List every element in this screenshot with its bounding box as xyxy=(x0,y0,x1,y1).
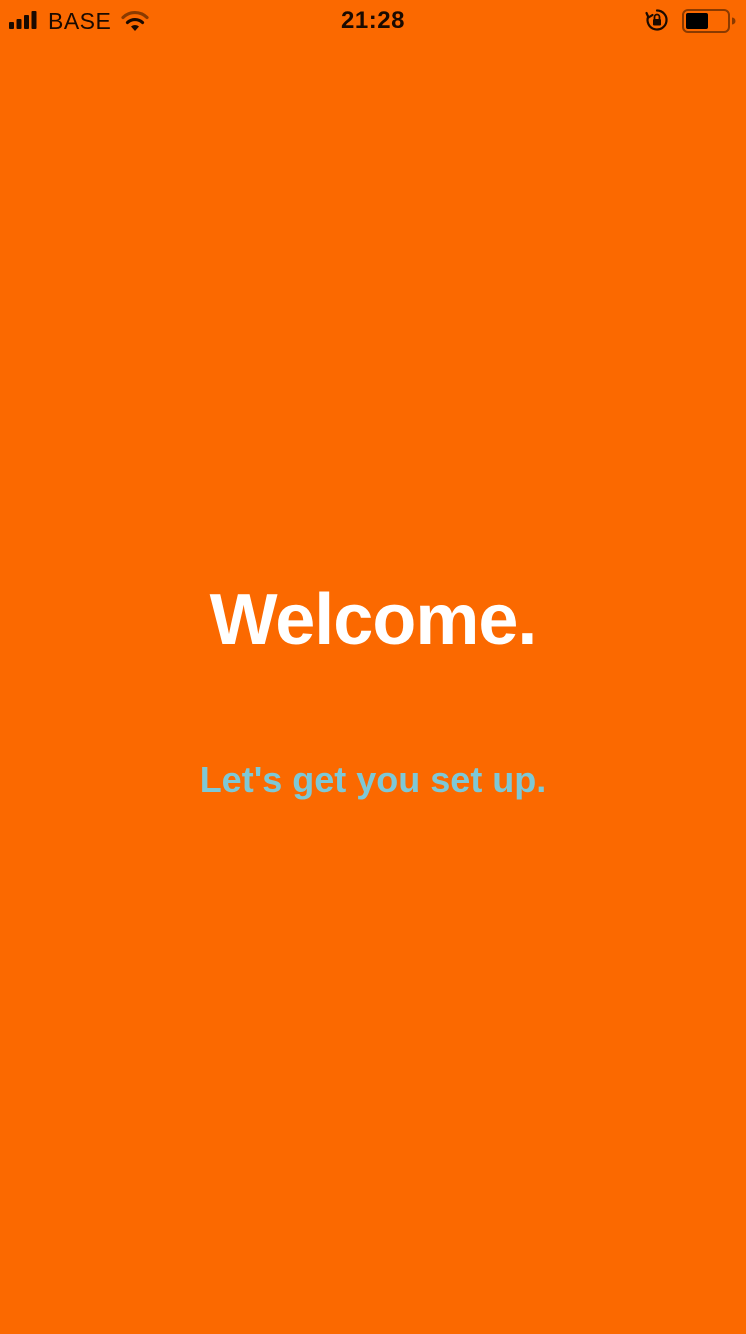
status-bar: BASE 21:28 xyxy=(0,0,746,40)
status-time: 21:28 xyxy=(341,7,405,34)
battery-icon xyxy=(682,9,736,33)
rotation-lock-icon xyxy=(645,9,668,31)
welcome-title: Welcome. xyxy=(209,580,538,660)
welcome-subtitle: Let's get you set up. xyxy=(199,759,547,800)
